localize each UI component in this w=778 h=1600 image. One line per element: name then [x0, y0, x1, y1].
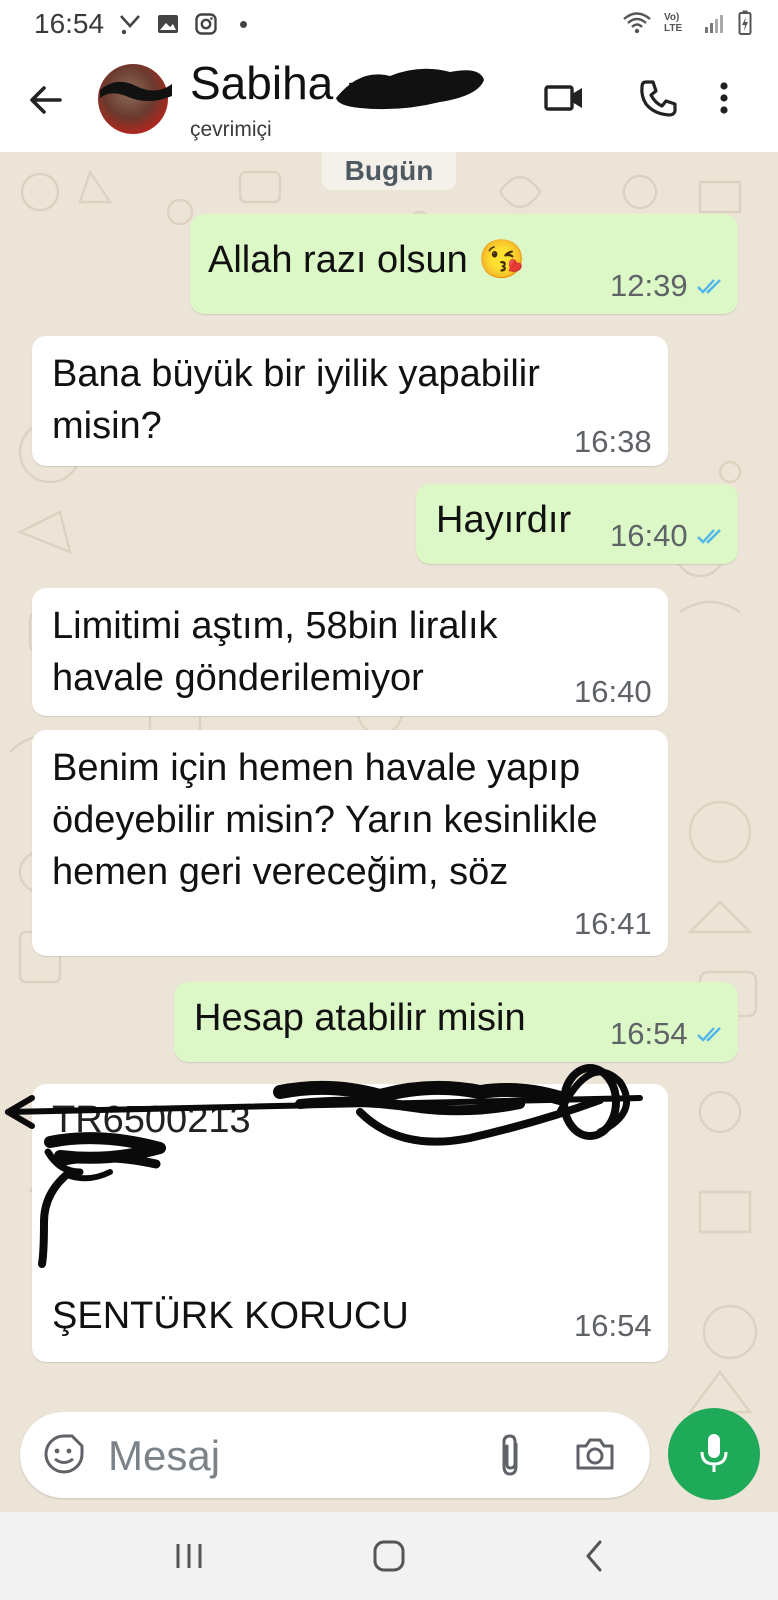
message-text: Limitimi aştım, 58bin liralık havale gön… — [52, 605, 498, 699]
message-time: 16:40 — [610, 518, 688, 553]
message-time: 16:41 — [574, 906, 652, 941]
message-text: Allah razı olsun 😘 — [208, 239, 526, 281]
video-call-icon[interactable] — [540, 74, 588, 122]
message-time: 12:39 — [610, 268, 688, 303]
more-notifications-dot — [240, 20, 247, 28]
read-receipt-icon — [697, 1027, 721, 1042]
message-input[interactable]: Mesaj — [108, 1432, 220, 1480]
notification-icons — [118, 12, 247, 36]
message-time: 16:40 — [574, 674, 652, 709]
message-text: Hesap atabilir misin — [194, 997, 526, 1039]
message-bubble-outgoing[interactable]: Hayırdır 16:40 — [416, 484, 738, 564]
name-redaction — [336, 68, 484, 110]
message-bubble-incoming[interactable]: TR6500213 ŞENTÜRK KORUCU 16:54 — [32, 1084, 668, 1362]
system-nav-bar — [0, 1512, 778, 1600]
message-bubble-incoming[interactable]: Bana büyük bir iyilik yapabilir misin? 1… — [32, 336, 668, 466]
read-receipt-icon — [697, 279, 721, 294]
iban-text: TR6500213 — [52, 1099, 251, 1141]
message-text: Benim için hemen havale yapıp ödeyebilir… — [52, 747, 598, 893]
message-time: 16:38 — [574, 424, 652, 459]
message-bubble-outgoing[interactable]: Allah razı olsun 😘 12:39 — [190, 214, 738, 314]
mic-button[interactable] — [668, 1408, 760, 1500]
attach-icon[interactable] — [496, 1432, 524, 1478]
status-time: 16:54 — [34, 8, 105, 39]
camera-icon[interactable] — [574, 1434, 616, 1474]
signal-icon — [705, 15, 723, 33]
contact-status: çevrimiçi — [190, 118, 272, 141]
battery-icon — [738, 10, 752, 35]
contact-name[interactable]: Sabiha — [190, 56, 333, 110]
mic-icon — [700, 1434, 728, 1472]
message-text: Hayırdır — [436, 499, 572, 541]
avatar-redaction — [100, 81, 172, 101]
wifi-icon — [623, 12, 651, 34]
message-text: Bana büyük bir iyilik yapabilir misin? — [52, 353, 540, 447]
date-chip: Bugün — [322, 152, 456, 190]
home-icon[interactable] — [372, 1540, 406, 1572]
instagram-icon — [195, 13, 217, 35]
voice-call-icon[interactable] — [634, 74, 682, 122]
emoji-icon[interactable] — [42, 1432, 86, 1476]
back-arrow-icon[interactable] — [24, 78, 68, 122]
system-icons: Vo) LTE — [622, 10, 752, 36]
message-bubble-outgoing[interactable]: Hesap atabilir misin 16:54 — [174, 982, 738, 1062]
nav-back-icon[interactable] — [582, 1540, 606, 1572]
more-options-icon[interactable] — [712, 74, 736, 122]
message-time: 16:54 — [574, 1308, 652, 1343]
message-bubble-incoming[interactable]: Limitimi aştım, 58bin liralık havale gön… — [32, 588, 668, 716]
account-holder-name: ŞENTÜRK KORUCU — [52, 1295, 409, 1337]
message-bubble-incoming[interactable]: Benim için hemen havale yapıp ödeyebilir… — [32, 730, 668, 956]
message-composer[interactable]: Mesaj — [20, 1412, 650, 1498]
lte-label: Vo) LTE — [664, 12, 683, 34]
read-receipt-icon — [697, 529, 721, 544]
recents-icon[interactable] — [172, 1540, 206, 1572]
missed-call-icon — [120, 15, 140, 35]
gallery-icon — [158, 15, 178, 33]
message-time: 16:54 — [610, 1016, 688, 1051]
chat-header: Sabiha çevrimiçi — [0, 48, 778, 152]
status-bar: 16:54 Vo) LTE — [0, 0, 778, 48]
chat-area[interactable]: Bugün Allah razı olsun 😘 12:39 Bana büyü… — [0, 152, 778, 1512]
